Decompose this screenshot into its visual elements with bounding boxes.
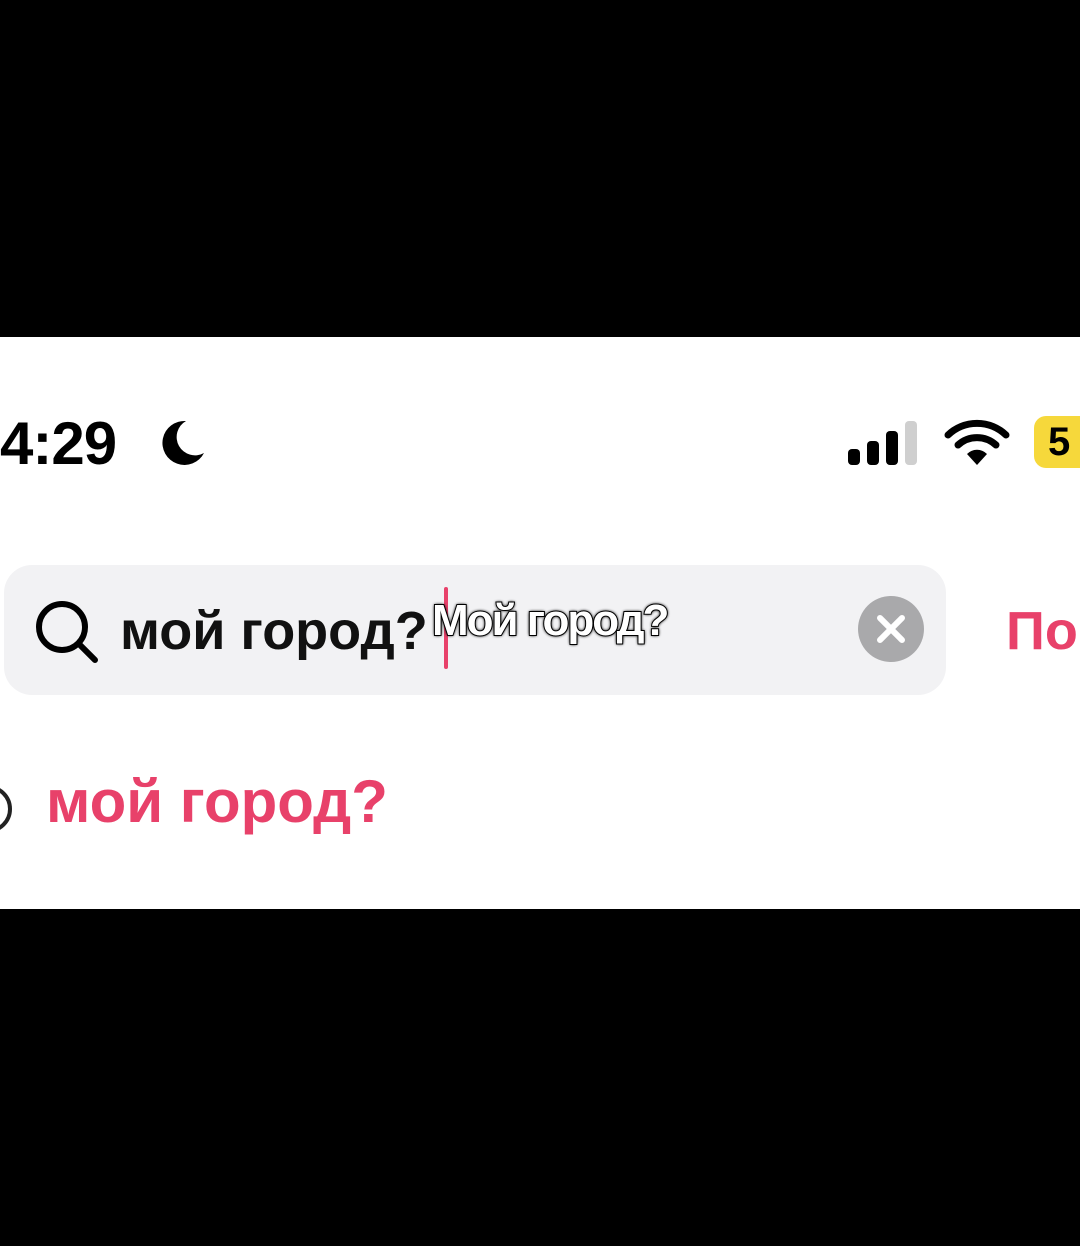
phone-screen: 4:29 5 мой город? Мой город? По мой горо… [0, 337, 1080, 909]
cellular-signal-icon [848, 421, 917, 465]
status-time: 4:29 [0, 410, 117, 477]
battery-icon: 5 [1034, 416, 1080, 468]
search-input[interactable]: мой город? [120, 599, 428, 663]
search-icon [36, 601, 98, 663]
suggestion-item[interactable]: мой город? [0, 757, 1080, 867]
search-history-icon [0, 785, 12, 833]
video-frame: 4:29 5 мой город? Мой город? По мой горо… [0, 0, 1080, 1246]
letterbox-bottom [0, 909, 1080, 1246]
letterbox-top [0, 0, 1080, 337]
moon-icon [162, 420, 204, 465]
close-icon [877, 615, 905, 643]
clear-search-button[interactable] [858, 596, 924, 662]
cancel-button[interactable]: По [1006, 599, 1078, 663]
wifi-icon [944, 419, 1010, 465]
video-caption-overlay: Мой город? [431, 595, 670, 646]
search-bar[interactable]: мой город? Мой город? [4, 565, 946, 695]
battery-level: 5 [1048, 420, 1071, 464]
suggestion-label: мой город? [46, 768, 388, 835]
